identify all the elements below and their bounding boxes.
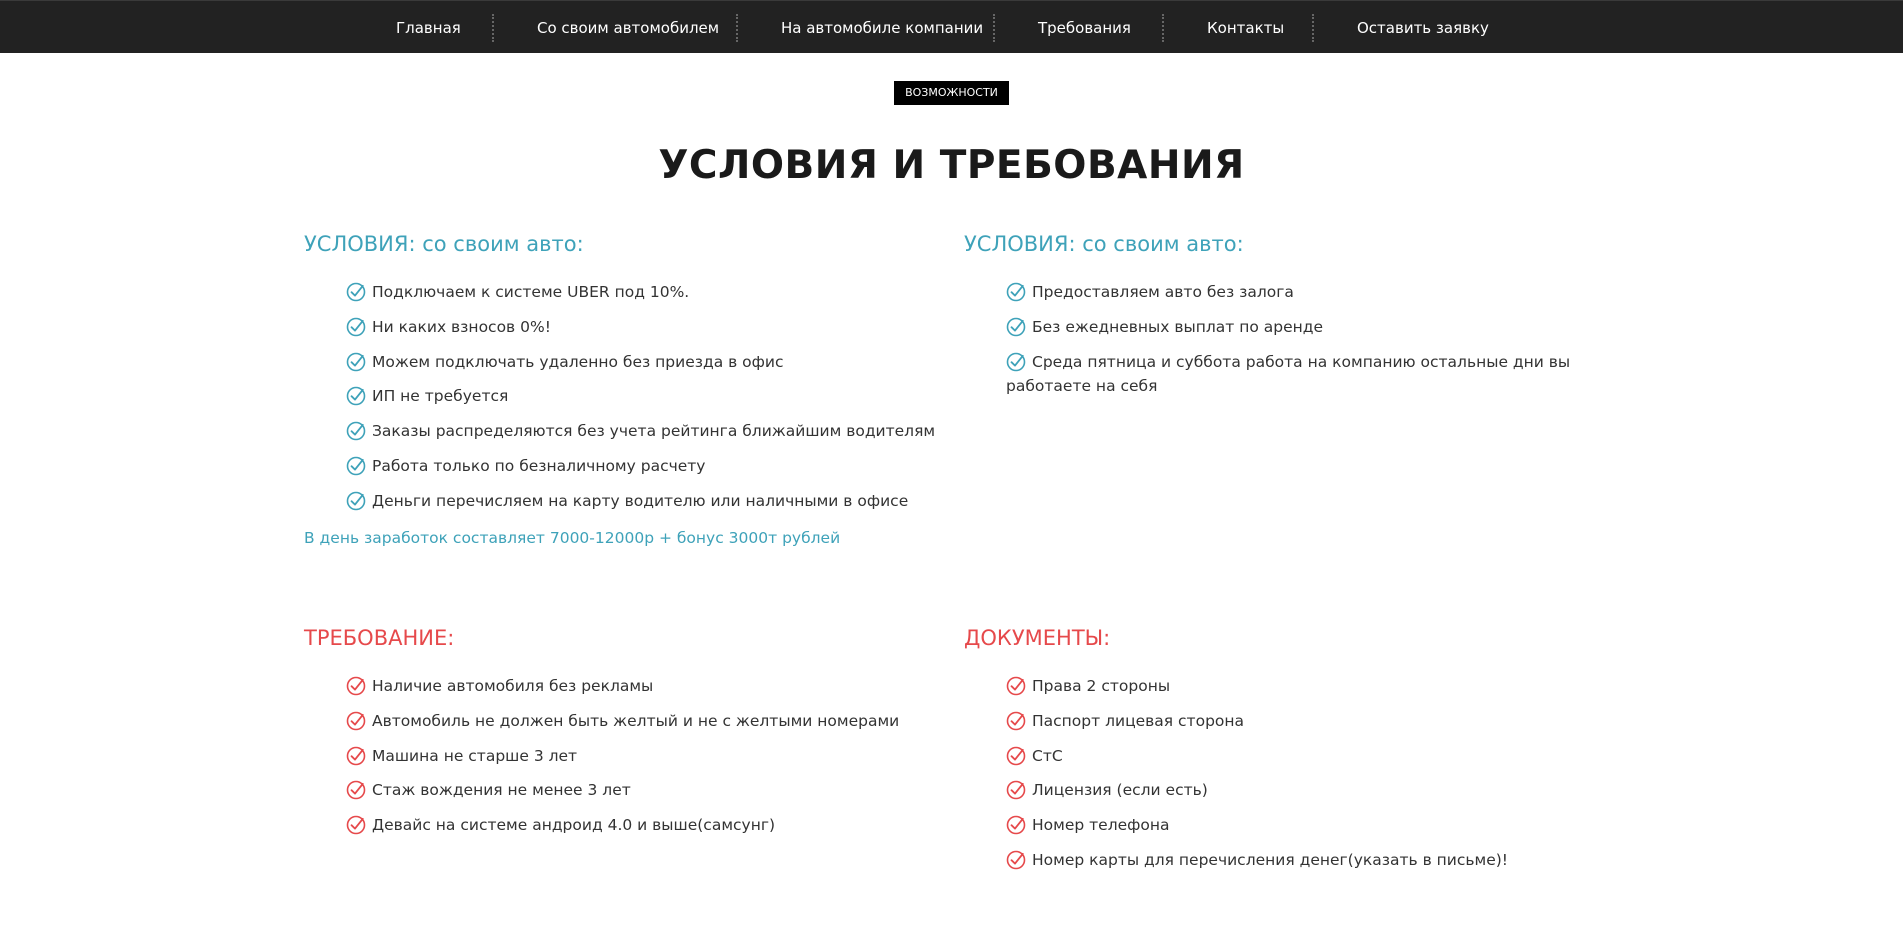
nav-link-company-car[interactable]: На автомобиле компании (781, 19, 983, 37)
conditions-company-car-heading: УСЛОВИЯ: со своим авто: (964, 232, 1244, 256)
conditions-own-car-list: Подключаем к системе UBER под 10%. Ни ка… (304, 280, 944, 513)
list-item-text: Предоставляем авто без залога (1032, 283, 1294, 301)
list-item: Среда пятница и суббота работа на компан… (1006, 350, 1604, 398)
check-circle-icon (346, 421, 366, 441)
requirements-list: Наличие автомобиля без рекламы Автомобил… (304, 674, 944, 837)
check-circle-icon (346, 456, 366, 476)
list-item: Автомобиль не должен быть желтый и не с … (346, 709, 944, 733)
list-item: Деньги перечисляем на карту водителю или… (346, 489, 944, 513)
list-item-text: Автомобиль не должен быть желтый и не с … (372, 711, 900, 730)
check-circle-icon (346, 815, 366, 835)
list-item-text: Паспорт лицевая сторона (1032, 711, 1245, 730)
check-circle-icon (346, 317, 366, 337)
section-badge: возможности (894, 81, 1009, 105)
earnings-note: В день заработок составляет 7000-12000р … (304, 528, 841, 547)
nav-separator (1162, 14, 1164, 42)
list-item-text: Деньги перечисляем на карту водителю или… (372, 491, 909, 510)
nav-link-home[interactable]: Главная (396, 19, 461, 37)
nav-separator (993, 14, 995, 42)
list-item: Девайс на системе андроид 4.0 и выше(сам… (346, 813, 944, 837)
list-item: Заказы распределяются без учета рейтинга… (346, 419, 944, 443)
requirements-heading: ТРЕБОВАНИЕ: (304, 626, 455, 650)
list-item-text: Работа только по безналичному расчету (372, 456, 706, 475)
list-item: СтС (1006, 744, 1604, 768)
list-item-text: Можем подключать удаленно без приезда в … (372, 352, 784, 371)
top-navigation: Главная Со своим автомобилем На автомоби… (0, 0, 1903, 53)
check-circle-icon (1006, 746, 1026, 765)
conditions-company-car-list: Предоставляем авто без залога Без ежедне… (964, 280, 1604, 398)
page-title: УСЛОВИЯ И ТРЕБОВАНИЯ (658, 143, 1245, 188)
documents-section: ДОКУМЕНТЫ: Права 2 стороны Паспорт лицев… (964, 624, 1604, 883)
list-item-text: Подключаем к системе UBER под 10%. (372, 283, 690, 301)
check-circle-icon (1006, 676, 1026, 696)
list-item: ИП не требуется (346, 384, 944, 408)
list-item-text: Номер телефона (1032, 816, 1170, 835)
nav-link-contacts[interactable]: Контакты (1207, 19, 1284, 37)
nav-separator (1312, 14, 1314, 42)
check-circle-icon (346, 387, 366, 406)
check-circle-icon (1006, 781, 1026, 800)
nav-link-own-car[interactable]: Со своим автомобилем (537, 19, 719, 37)
list-item: Номер телефона (1006, 813, 1604, 837)
nav-link-requirements[interactable]: Требования (1038, 19, 1131, 37)
list-item-text: Ни каких взносов 0%! (372, 317, 551, 336)
list-item: Работа только по безналичному расчету (346, 454, 944, 478)
list-item-text: ИП не требуется (372, 387, 509, 406)
list-item: Машина не старше 3 лет (346, 744, 944, 768)
list-item-text: СтС (1032, 746, 1063, 765)
list-item-text: Девайс на системе андроид 4.0 и выше(сам… (372, 816, 776, 835)
list-item: Наличие автомобиля без рекламы (346, 674, 944, 698)
requirements-section: ТРЕБОВАНИЕ: Наличие автомобиля без рекла… (304, 624, 944, 848)
check-circle-icon (346, 746, 366, 765)
list-item: Можем подключать удаленно без приезда в … (346, 350, 944, 374)
conditions-own-car-section: УСЛОВИЯ: со своим авто: Подключаем к сис… (304, 230, 944, 549)
documents-list: Права 2 стороны Паспорт лицевая сторона … (964, 674, 1604, 872)
check-circle-icon (346, 282, 366, 302)
list-item-text: Заказы распределяются без учета рейтинга… (372, 422, 936, 441)
list-item: Номер карты для перечисления денег(указа… (1006, 848, 1604, 872)
check-circle-icon (346, 711, 366, 731)
list-item: Без ежедневных выплат по аренде (1006, 315, 1604, 339)
list-item: Предоставляем авто без залога (1006, 280, 1604, 304)
check-circle-icon (346, 781, 366, 800)
check-circle-icon (346, 352, 366, 371)
list-item-text: Права 2 стороны (1032, 677, 1171, 695)
list-item-text: Лицензия (если есть) (1032, 781, 1208, 800)
documents-heading: ДОКУМЕНТЫ: (964, 626, 1111, 650)
list-item: Стаж вождения не менее 3 лет (346, 778, 944, 802)
nav-link-apply[interactable]: Оставить заявку (1357, 19, 1489, 37)
list-item: Подключаем к системе UBER под 10%. (346, 280, 944, 304)
check-circle-icon (1006, 815, 1026, 835)
list-item-text: Номер карты для перечисления денег(указа… (1032, 850, 1508, 869)
check-circle-icon (1006, 352, 1026, 371)
conditions-own-car-heading: УСЛОВИЯ: со своим авто: (304, 232, 584, 256)
check-circle-icon (1006, 317, 1026, 337)
list-item-text: Наличие автомобиля без рекламы (372, 677, 654, 695)
check-circle-icon (1006, 850, 1026, 870)
list-item-text: Стаж вождения не менее 3 лет (372, 781, 631, 800)
check-circle-icon (1006, 282, 1026, 302)
list-item: Права 2 стороны (1006, 674, 1604, 698)
list-item-text: Без ежедневных выплат по аренде (1032, 317, 1324, 336)
check-circle-icon (1006, 711, 1026, 731)
nav-separator (736, 14, 738, 42)
nav-separator (492, 14, 494, 42)
list-item: Лицензия (если есть) (1006, 778, 1604, 802)
check-circle-icon (346, 491, 366, 511)
list-item-text: Среда пятница и суббота работа на компан… (1006, 352, 1571, 395)
check-circle-icon (346, 676, 366, 696)
list-item: Паспорт лицевая сторона (1006, 709, 1604, 733)
conditions-company-car-section: УСЛОВИЯ: со своим авто: Предоставляем ав… (964, 230, 1604, 408)
list-item: Ни каких взносов 0%! (346, 315, 944, 339)
list-item-text: Машина не старше 3 лет (372, 746, 578, 765)
